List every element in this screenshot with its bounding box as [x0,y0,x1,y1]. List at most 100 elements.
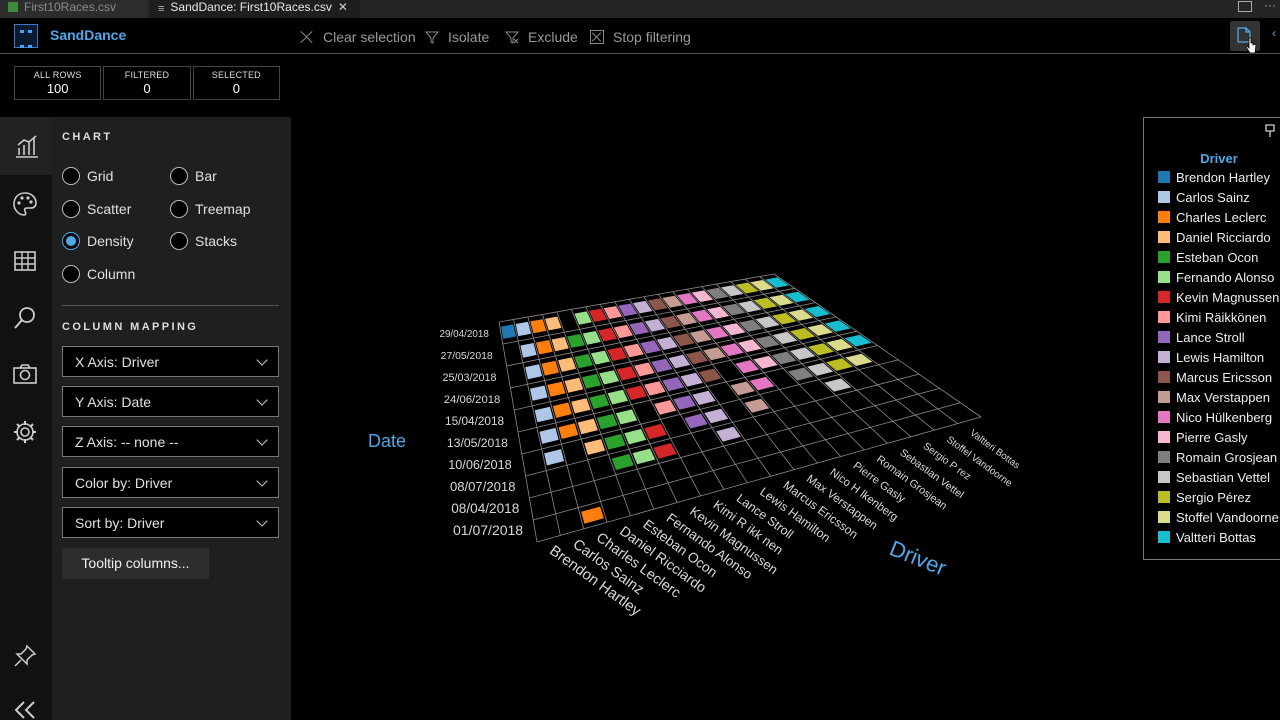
chart-type-column[interactable]: Column [62,265,135,283]
density-cell[interactable] [541,360,559,376]
split-editor-icon[interactable] [1238,1,1252,12]
stop-filtering-button[interactable]: Stop filtering [590,27,691,47]
density-cell[interactable] [564,377,584,393]
tab-csv[interactable]: First10Races.csv [0,0,148,18]
density-cell[interactable] [788,367,814,381]
z-axis-dropdown[interactable]: Z Axis: -- none -- [62,426,279,457]
legend-item[interactable]: Fernando Alonso [1158,267,1274,287]
density-cell[interactable] [753,355,778,369]
chart-type-bar[interactable]: Bar [170,167,217,185]
density-cell[interactable] [604,434,626,450]
selected-count[interactable]: SELECTED 0 [192,66,280,100]
legend-item[interactable]: Marcus Ericsson [1158,367,1272,387]
density-cell[interactable] [530,385,548,401]
density-cell[interactable] [632,448,656,465]
sidebar-item-pin[interactable] [12,643,40,671]
filtered-count[interactable]: FILTERED 0 [103,66,191,100]
density-cell[interactable] [596,414,618,430]
density-cell[interactable] [703,347,726,361]
legend-item[interactable]: Romain Grosjean [1158,447,1277,467]
sidebar-item-settings[interactable] [12,419,40,447]
density-cell[interactable] [749,376,775,391]
density-cell[interactable] [558,423,579,439]
density-cell[interactable] [515,321,532,337]
y-axis-dropdown[interactable]: Y Axis: Date [62,386,279,417]
pin-icon[interactable] [1264,124,1276,138]
legend-item[interactable]: Daniel Ricciardo [1158,227,1271,247]
density-cell[interactable] [673,333,695,347]
density-cell[interactable] [629,321,649,335]
density-cell[interactable] [698,368,722,383]
density-cell[interactable] [615,409,638,425]
legend-item[interactable]: Kevin Magnussen [1158,287,1279,307]
density-cell[interactable] [644,318,665,332]
density-cell[interactable] [730,381,755,396]
density-cell[interactable] [618,303,638,317]
tooltip-columns-button[interactable]: Tooltip columns... [62,548,209,579]
density-cell[interactable] [547,381,566,397]
legend-item[interactable]: Lewis Hamilton [1158,347,1264,367]
legend-item[interactable]: Pierre Gasly [1158,427,1248,447]
legend-item[interactable]: Sergio Pérez [1158,487,1251,507]
density-cell[interactable] [686,351,709,365]
sidebar-item-chart[interactable] [0,117,52,175]
density-cell[interactable] [607,389,628,405]
density-cell[interactable] [824,378,852,392]
exclude-button[interactable]: Exclude [505,27,578,47]
legend-item[interactable]: Esteban Ocon [1158,247,1258,267]
density-cell[interactable] [603,306,623,319]
sidebar-item-snapshots[interactable] [12,361,40,389]
legend-item[interactable]: Brendon Hartley [1158,167,1270,187]
density-cell[interactable] [539,427,559,444]
legend-item[interactable]: Max Verstappen [1158,387,1270,407]
legend-item[interactable]: Carlos Sainz [1158,187,1250,207]
more-actions-icon[interactable]: ··· [1264,0,1276,12]
sidebar-item-data[interactable] [12,248,40,276]
close-icon[interactable]: ✕ [338,0,348,14]
density-cell[interactable] [656,336,678,350]
sidebar-item-search[interactable] [12,305,40,333]
sort-by-dropdown[interactable]: Sort by: Driver [62,507,279,538]
chart-type-scatter[interactable]: Scatter [62,200,131,218]
density-cell[interactable] [574,354,593,369]
density-cell[interactable] [530,319,547,334]
density-cell[interactable] [501,324,516,339]
all-rows-count[interactable]: ALL ROWS 100 [14,66,102,100]
color-by-dropdown[interactable]: Color by: Driver [62,467,279,498]
density-cell[interactable] [536,340,553,355]
clear-selection-button[interactable]: Clear selection [300,27,416,47]
density-cell[interactable] [581,506,604,524]
isolate-button[interactable]: Isolate [425,27,489,47]
chart-type-grid[interactable]: Grid [62,167,113,185]
density-cell[interactable] [520,343,537,358]
density-cell[interactable] [653,443,677,459]
density-cell[interactable] [558,357,576,372]
legend-item[interactable]: Sebastian Vettel [1158,467,1270,487]
density-cell[interactable] [582,374,602,389]
density-cell[interactable] [624,429,647,445]
chart-type-stacks[interactable]: Stacks [170,232,237,250]
density-cell[interactable] [644,423,667,440]
density-cell[interactable] [735,360,760,374]
legend-item[interactable]: Stoffel Vandoorne [1158,507,1279,527]
density-cell[interactable] [552,402,572,418]
collapse-icon[interactable]: ‹ [1272,26,1276,40]
legend-item[interactable]: Nico Hülkenberg [1158,407,1272,427]
chart-type-density[interactable]: Density [62,232,134,250]
sidebar-collapse[interactable] [12,697,40,720]
density-cell[interactable] [525,364,543,380]
density-cell[interactable] [584,439,606,455]
density-cell[interactable] [611,454,634,470]
legend-item[interactable]: Charles Leclerc [1158,207,1266,227]
tab-sanddance[interactable]: ≡ SandDance: First10Races.csv ✕ [150,0,360,18]
density-cell[interactable] [571,398,591,414]
sidebar-item-color[interactable] [12,191,40,219]
density-cell[interactable] [534,406,554,423]
density-cell[interactable] [577,418,598,435]
density-chart[interactable]: 01/07/2018 08/04/2018 08/07/2018 10/06/2018… [291,54,1280,720]
legend-item[interactable]: Kimi Räikkönen [1158,307,1266,327]
x-axis-dropdown[interactable]: X Axis: Driver [62,346,279,377]
chart-type-treemap[interactable]: Treemap [170,200,251,218]
density-cell[interactable] [589,394,610,409]
density-cell[interactable] [544,449,565,466]
